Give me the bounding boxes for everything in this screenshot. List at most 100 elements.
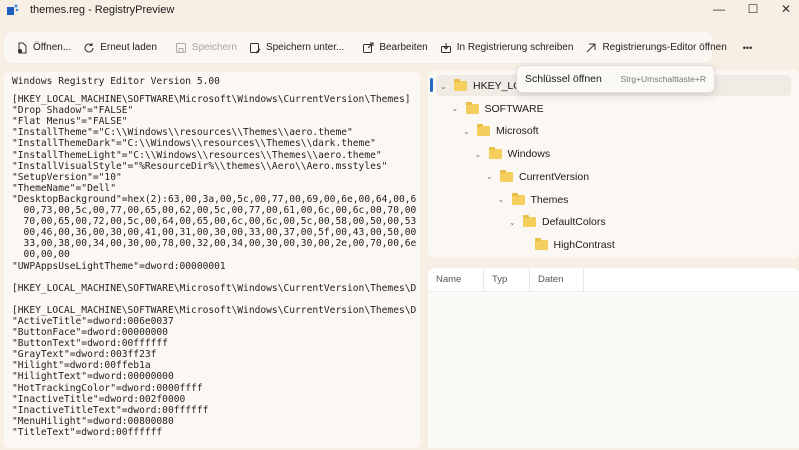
open-button[interactable]: Öffnen... <box>10 36 77 60</box>
column-header-type[interactable]: Typ <box>484 268 530 292</box>
tree-node-label: CurrentVersion <box>519 170 590 183</box>
more-options-button[interactable]: ••• <box>737 36 758 60</box>
toolbar: Öffnen... Erneut laden Speichern Speiche… <box>4 32 752 63</box>
tree-node-label: Themes <box>530 193 569 206</box>
code-line: "InstallThemeDark"="C:\\Windows\\resourc… <box>12 138 376 150</box>
code-line: 33,00,38,00,34,00,30,00,78,00,32,00,34,0… <box>12 238 417 250</box>
reload-label: Erneut laden <box>100 42 157 53</box>
refresh-icon <box>84 42 94 52</box>
folder-icon <box>511 192 525 205</box>
save-as-icon <box>249 42 261 54</box>
open-regedit-button[interactable]: Registrierungs-Editor öffnen <box>579 36 732 60</box>
minimize-button[interactable]: — <box>704 2 734 18</box>
save-icon <box>175 42 186 53</box>
code-line: [HKEY_LOCAL_MACHINE\SOFTWARE\Microsoft\W… <box>12 282 417 294</box>
values-table: Name Typ Daten <box>428 268 799 448</box>
tree-node[interactable]: ⌄ CurrentVersion <box>486 167 589 187</box>
chevron-down-icon[interactable]: ⌄ <box>498 195 506 204</box>
code-line: "GrayText"=dword:003ff23f <box>12 349 157 361</box>
open-key-label: Schlüssel öffnen <box>525 73 602 85</box>
folder-icon <box>523 215 536 228</box>
code-line: "Drop Shadow"="FALSE" <box>12 105 134 117</box>
code-line: "InstallThemeLight"="C:\\Windows\\resour… <box>12 149 382 161</box>
code-line: "HilightText"=dword:00000000 <box>12 371 174 383</box>
code-line: "Hilight"=dword:00ffeb1a <box>12 360 151 372</box>
edit-label: Bearbeiten <box>379 42 428 53</box>
code-line: [HKEY_LOCAL_MACHINE\SOFTWARE\Microsoft\W… <box>12 304 417 316</box>
edit-button[interactable]: Bearbeiten <box>356 36 433 60</box>
maximize-button[interactable]: ☐ <box>738 2 768 18</box>
registry-text-editor[interactable]: Windows Registry Editor Version 5.00 [HKE… <box>4 72 420 448</box>
open-file-icon <box>18 42 27 53</box>
column-header-data[interactable]: Daten <box>530 268 584 292</box>
window-title: themes.reg - RegistryPreview <box>30 4 175 16</box>
code-line: "ButtonFace"=dword:00000000 <box>12 327 168 339</box>
tree-node-label: Windows <box>507 148 551 161</box>
close-button[interactable]: ✕ <box>771 2 799 18</box>
code-line: "TitleText"=dword:00ffffff <box>12 426 163 438</box>
code-line: "InactiveTitle"=dword:002f0000 <box>12 393 186 405</box>
tree-node-label: HighContrast <box>553 238 615 251</box>
code-line: 00,46,00,36,00,30,00,41,00,31,00,30,00,3… <box>12 227 417 239</box>
folder-icon <box>500 169 513 182</box>
column-header-name[interactable]: Name <box>428 268 484 292</box>
code-line: "ThemeName"="Dell" <box>12 182 116 194</box>
folder-icon <box>488 147 502 160</box>
chevron-down-icon[interactable]: ⌄ <box>440 82 448 91</box>
chevron-down-icon[interactable]: ⌄ <box>463 127 471 136</box>
external-edit-icon <box>363 42 374 53</box>
save-as-button[interactable]: Speichern unter... <box>243 36 350 60</box>
write-registry-label: In Registrierung schreiben <box>456 42 574 53</box>
save-as-label: Speichern unter... <box>265 42 345 53</box>
chevron-down-icon[interactable]: ⌄ <box>475 150 483 159</box>
app-icon <box>7 4 19 15</box>
tree-node-label: DefaultColors <box>542 216 606 229</box>
selection-indicator <box>430 78 433 92</box>
tree-node[interactable]: ⌄ Windows <box>475 144 551 164</box>
code-line: "SetupVersion"="10" <box>12 171 122 183</box>
title-bar: themes.reg - RegistryPreview — ☐ ✕ <box>0 0 799 28</box>
tree-node[interactable]: ⌄ SOFTWARE <box>452 99 544 119</box>
folder-icon <box>454 79 467 91</box>
tree-node[interactable]: ⌄ DefaultColors <box>509 212 606 232</box>
tree-node-label: SOFTWARE <box>484 102 544 115</box>
tree-node-label: Microsoft <box>496 125 539 138</box>
code-line: "InstallVisualStyle"="%ResourceDir%\\the… <box>12 160 388 172</box>
tree-node[interactable]: HighContrast <box>521 235 615 255</box>
save-button[interactable]: Speichern <box>169 36 243 60</box>
open-label: Öffnen... <box>33 42 72 53</box>
code-line: "UWPAppsUseLightTheme"=dword:00000001 <box>12 260 226 272</box>
open-key-menu-item[interactable]: Schlüssel öffnen Strg+Umschalttaste+R <box>516 65 715 93</box>
write-registry-button[interactable]: In Registrierung schreiben <box>434 36 580 60</box>
open-regedit-label: Registrierungs-Editor öffnen <box>602 42 727 53</box>
code-line: "MenuHilight"=dword:00800080 <box>12 415 174 427</box>
folder-icon <box>465 101 479 114</box>
open-key-shortcut: Strg+Umschalttaste+R <box>620 74 706 84</box>
code-line: "ActiveTitle"=dword:006e0037 <box>12 315 174 327</box>
code-line: "HotTrackingColor"=dword:0000ffff <box>12 382 203 394</box>
code-line: 70,00,65,00,72,00,5c,00,64,00,65,00,6c,0… <box>12 216 417 228</box>
chevron-down-icon[interactable]: ⌄ <box>509 218 517 227</box>
folder-icon <box>477 124 490 137</box>
code-line: "Flat Menus"="FALSE" <box>12 116 128 128</box>
folder-icon <box>534 237 548 250</box>
code-line: "ButtonText"=dword:00ffffff <box>12 338 168 350</box>
reload-button[interactable]: Erneut laden <box>77 36 163 60</box>
code-line: 00,73,00,5c,00,77,00,65,00,62,00,5c,00,7… <box>12 205 417 217</box>
table-header: Name Typ Daten <box>428 268 799 292</box>
code-line: "InstallTheme"="C:\\Windows\\resources\\… <box>12 127 353 139</box>
code-line: 00,00,00 <box>12 249 70 261</box>
code-line: [HKEY_LOCAL_MACHINE\SOFTWARE\Microsoft\W… <box>12 94 411 106</box>
chevron-down-icon[interactable]: ⌄ <box>486 172 494 181</box>
tree-node[interactable]: ⌄ Themes <box>498 190 569 210</box>
code-line: "DesktopBackground"=hex(2):63,00,3a,00,5… <box>12 193 417 205</box>
registry-write-icon <box>440 42 451 53</box>
tree-node[interactable]: ⌄ Microsoft <box>463 121 539 141</box>
chevron-down-icon[interactable]: ⌄ <box>452 104 460 113</box>
arrow-up-right-icon <box>587 43 596 52</box>
code-lines: Windows Registry Editor Version 5.00 [HKE… <box>12 76 420 438</box>
code-line: "InactiveTitleText"=dword:00ffffff <box>12 404 209 416</box>
